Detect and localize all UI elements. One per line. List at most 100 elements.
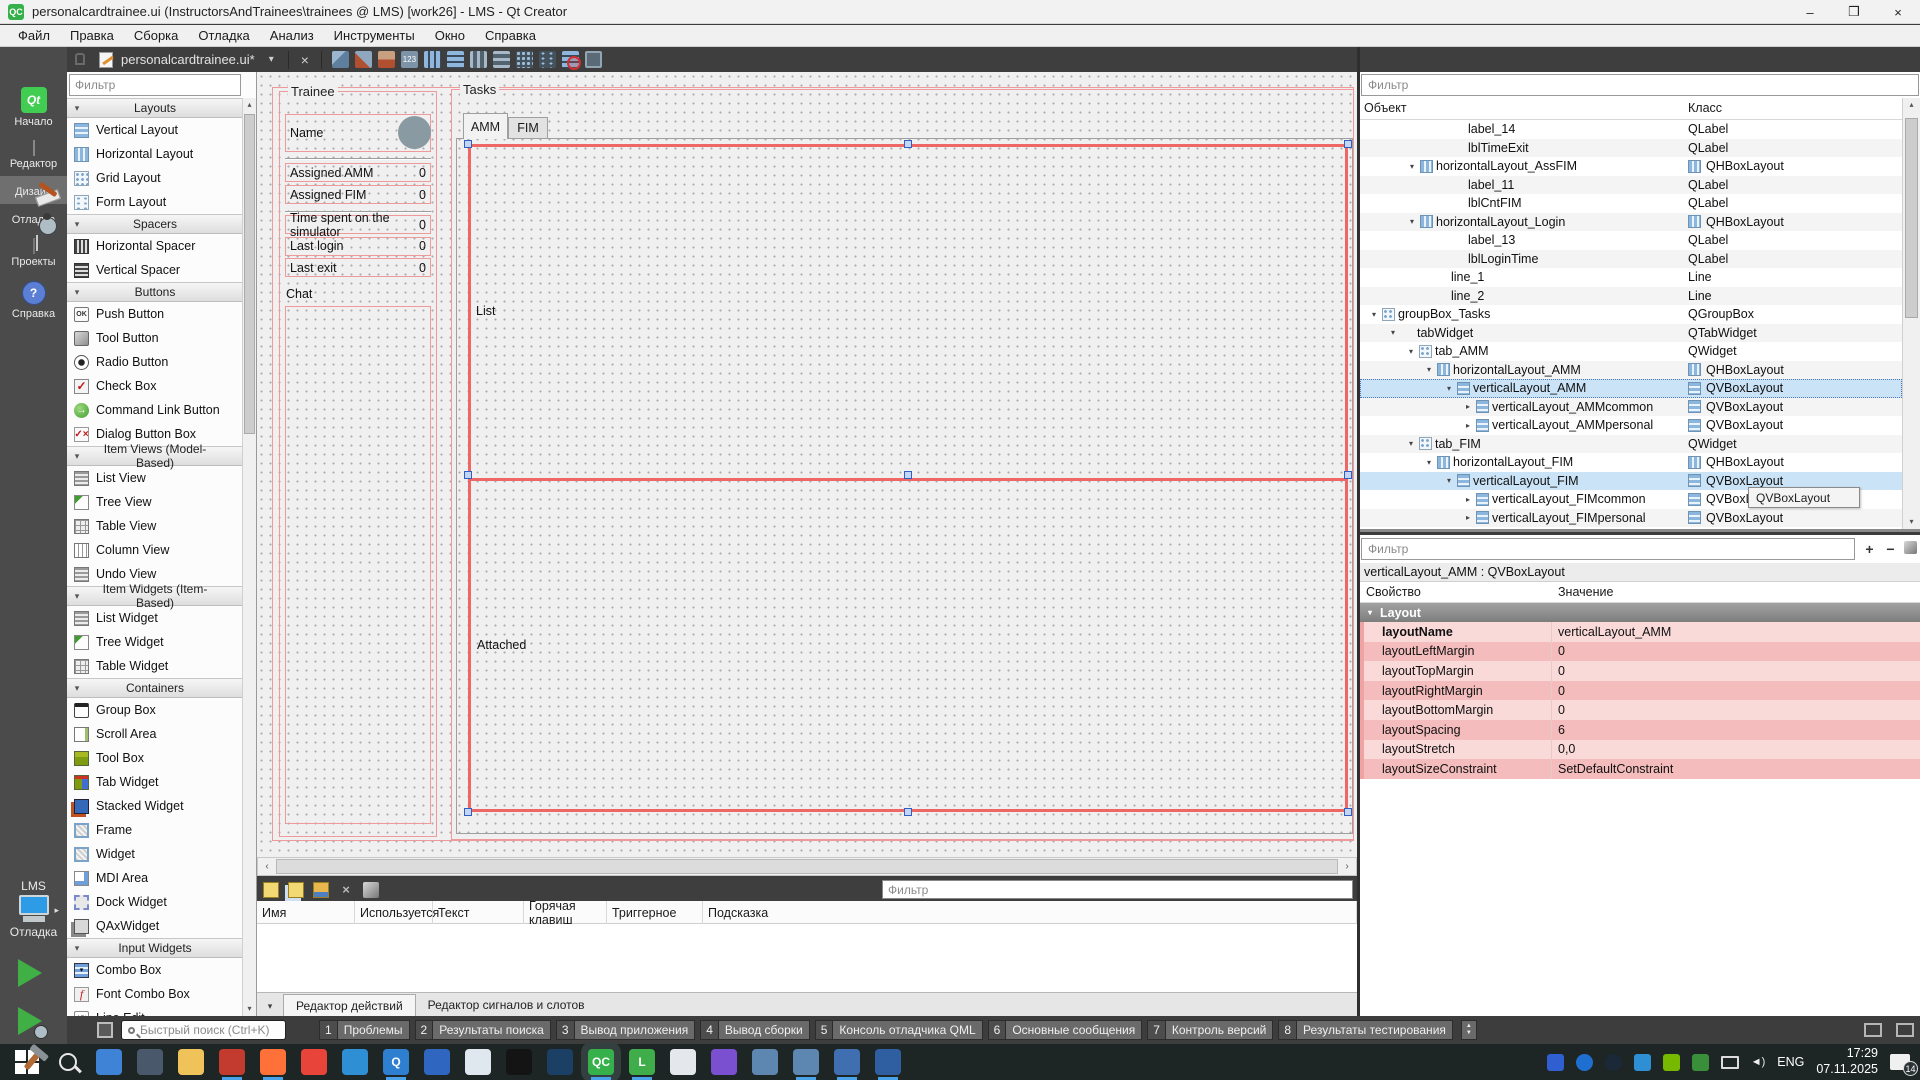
chat-area[interactable] bbox=[285, 306, 431, 824]
category-containers[interactable]: ▾ Containers bbox=[67, 678, 243, 698]
mode-отладка[interactable]: Отладка bbox=[0, 204, 67, 232]
widget-horizontal-spacer[interactable]: Horizontal Spacer bbox=[67, 234, 243, 258]
configure-property-icon[interactable] bbox=[1901, 539, 1920, 559]
copy-action-icon[interactable] bbox=[288, 882, 304, 898]
tree-row-horizontallayout-amm[interactable]: ▾horizontalLayout_AMM QHBoxLayout bbox=[1360, 361, 1902, 380]
tree-row-label-13[interactable]: label_13 QLabel bbox=[1360, 231, 1902, 250]
field-row-last-exit[interactable]: Last exit 0 bbox=[285, 258, 431, 277]
property-value[interactable]: 0 bbox=[1552, 642, 1920, 662]
taskbar-mail-app-icon[interactable] bbox=[424, 1049, 450, 1075]
widget-tool-box[interactable]: Tool Box bbox=[67, 746, 243, 770]
scroll-right-icon[interactable]: › bbox=[1339, 858, 1355, 875]
taskbar-chrome-icon[interactable] bbox=[301, 1049, 327, 1075]
tree-row-tab-amm[interactable]: ▾tab_AMM QWidget bbox=[1360, 342, 1902, 361]
widget-dock-widget[interactable]: Dock Widget bbox=[67, 890, 243, 914]
tree-row-lbllogintime[interactable]: lblLoginTime QLabel bbox=[1360, 250, 1902, 269]
tab-fim[interactable]: FIM bbox=[508, 117, 548, 139]
close-button[interactable]: × bbox=[1876, 0, 1920, 24]
selection-handle[interactable] bbox=[904, 471, 912, 479]
output-pane-проблемы[interactable]: 1 Проблемы bbox=[319, 1020, 410, 1040]
inspector-scrollbar[interactable]: ▴ ▾ bbox=[1902, 98, 1920, 529]
category-item-views-model-based[interactable]: ▾ Item Views (Model-Based) bbox=[67, 446, 243, 466]
new-action-icon[interactable] bbox=[263, 882, 279, 898]
widget-vertical-layout[interactable]: Vertical Layout bbox=[67, 118, 243, 142]
chevron-down-icon[interactable]: ▾ bbox=[1423, 458, 1435, 467]
collapse-panel-icon[interactable]: ▾ bbox=[257, 1001, 283, 1016]
maximize-button[interactable]: ❒ bbox=[1832, 0, 1876, 24]
edit-buddies-icon[interactable] bbox=[378, 51, 395, 68]
property-value[interactable]: 6 bbox=[1552, 720, 1920, 740]
chevron-right-icon[interactable]: ▸ bbox=[1462, 513, 1474, 522]
taskbar-postgres-2-icon[interactable] bbox=[793, 1049, 819, 1075]
widget-radio-button[interactable]: Radio Button bbox=[67, 350, 243, 374]
toggle-sidebar-icon[interactable] bbox=[97, 1022, 113, 1038]
selection-handle[interactable] bbox=[1344, 808, 1352, 816]
category-layouts[interactable]: ▾ Layouts bbox=[67, 98, 243, 118]
tab-редактор-сигналов-и-слотов[interactable]: Редактор сигналов и слотов bbox=[416, 994, 597, 1016]
tree-row-line-1[interactable]: line_1 Line bbox=[1360, 268, 1902, 287]
output-pane-вывод-сборки[interactable]: 4 Вывод сборки bbox=[700, 1020, 809, 1040]
menu-отладка[interactable]: Отладка bbox=[188, 26, 259, 45]
tray-shield-icon[interactable] bbox=[1547, 1054, 1564, 1071]
attached-label[interactable]: Attached bbox=[477, 638, 526, 652]
taskbar-lms-app-icon[interactable]: L bbox=[629, 1049, 655, 1075]
property-row-layoutbottommargin[interactable]: layoutBottomMargin 0 bbox=[1360, 700, 1920, 720]
category-buttons[interactable]: ▾ Buttons bbox=[67, 282, 243, 302]
output-pane-результаты-поиска[interactable]: 2 Результаты поиска bbox=[415, 1020, 551, 1040]
selection-handle[interactable] bbox=[1344, 471, 1352, 479]
run-button[interactable] bbox=[18, 959, 42, 987]
chevron-down-icon[interactable]: ▾ bbox=[1387, 328, 1399, 337]
output-pane-результаты-тестирования[interactable]: 8 Результаты тестирования bbox=[1278, 1020, 1453, 1040]
chevron-right-icon[interactable]: ▸ bbox=[1462, 495, 1474, 504]
property-row-layoutname[interactable]: layoutName verticalLayout_AMM bbox=[1360, 622, 1920, 642]
taskbar-search-icon[interactable] bbox=[55, 1049, 81, 1075]
tray-volume-icon[interactable]: ◄) bbox=[1751, 1056, 1766, 1068]
toggle-right-sidebar-icon[interactable] bbox=[1896, 1023, 1914, 1037]
taskbar-dbeaver-icon[interactable] bbox=[670, 1049, 696, 1075]
taskbar-powershell-icon[interactable] bbox=[547, 1049, 573, 1075]
layout-section-header[interactable]: ▾ Layout bbox=[1360, 603, 1920, 622]
menu-справка[interactable]: Справка bbox=[475, 26, 546, 45]
field-row-last-login[interactable]: Last login 0 bbox=[285, 237, 431, 256]
close-document-icon[interactable]: × bbox=[301, 52, 309, 68]
chevron-down-icon[interactable]: ▾ bbox=[1423, 365, 1435, 374]
taskbar-notes-app-icon[interactable] bbox=[465, 1049, 491, 1075]
separator-line[interactable] bbox=[285, 158, 431, 160]
chevron-down-icon[interactable]: ▾ bbox=[1443, 476, 1455, 485]
widget-grid-layout[interactable]: Grid Layout bbox=[67, 166, 243, 190]
menu-правка[interactable]: Правка bbox=[60, 26, 124, 45]
chevron-down-icon[interactable]: ▾ bbox=[1405, 347, 1417, 356]
widget-font-combo-box[interactable]: f Font Combo Box bbox=[67, 982, 243, 1006]
property-value[interactable]: 0,0 bbox=[1552, 740, 1920, 760]
widget-scroll-area[interactable]: Scroll Area bbox=[67, 722, 243, 746]
tree-row-groupbox-tasks[interactable]: ▾groupBox_Tasks QGroupBox bbox=[1360, 305, 1902, 324]
widget-vertical-spacer[interactable]: Vertical Spacer bbox=[67, 258, 243, 282]
output-panes-icon[interactable] bbox=[1864, 1023, 1882, 1037]
notifications-icon[interactable]: 14 bbox=[1890, 1054, 1910, 1070]
mode-справка[interactable]: ? Справка bbox=[0, 274, 67, 326]
tree-row-line-2[interactable]: line_2 Line bbox=[1360, 287, 1902, 306]
paste-action-icon[interactable] bbox=[313, 882, 329, 898]
taskbar-osu-app-icon[interactable] bbox=[711, 1049, 737, 1075]
edit-tab-order-icon[interactable]: 123 bbox=[401, 51, 418, 68]
widget-tab-widget[interactable]: Tab Widget bbox=[67, 770, 243, 794]
widget-stacked-widget[interactable]: Stacked Widget bbox=[67, 794, 243, 818]
chat-label[interactable]: Chat bbox=[286, 287, 312, 301]
tree-row-lblcntfim[interactable]: lblCntFIM QLabel bbox=[1360, 194, 1902, 213]
tree-row-label-14[interactable]: label_14 QLabel bbox=[1360, 120, 1902, 139]
mode-проекты[interactable]: Проекты bbox=[0, 232, 67, 274]
scroll-up-icon[interactable]: ▴ bbox=[243, 98, 256, 112]
kit-expand-icon[interactable]: ▸ bbox=[54, 905, 59, 916]
edit-widgets-icon[interactable] bbox=[332, 51, 349, 68]
widget-tree-view[interactable]: Tree View bbox=[67, 490, 243, 514]
scroll-left-icon[interactable]: ‹ bbox=[259, 858, 275, 875]
widget-table-widget[interactable]: Table Widget bbox=[67, 654, 243, 678]
selection-handle[interactable] bbox=[904, 140, 912, 148]
mode-начало[interactable]: Qt Начало bbox=[0, 80, 67, 134]
menu-анализ[interactable]: Анализ bbox=[260, 26, 324, 45]
action-filter-input[interactable]: Фильтр bbox=[882, 880, 1353, 899]
taskbar-photos-app-icon[interactable] bbox=[96, 1049, 122, 1075]
selection-handle[interactable] bbox=[464, 808, 472, 816]
menu-сборка[interactable]: Сборка bbox=[124, 26, 189, 45]
output-pane-контроль-версий[interactable]: 7 Контроль версий bbox=[1147, 1020, 1273, 1040]
